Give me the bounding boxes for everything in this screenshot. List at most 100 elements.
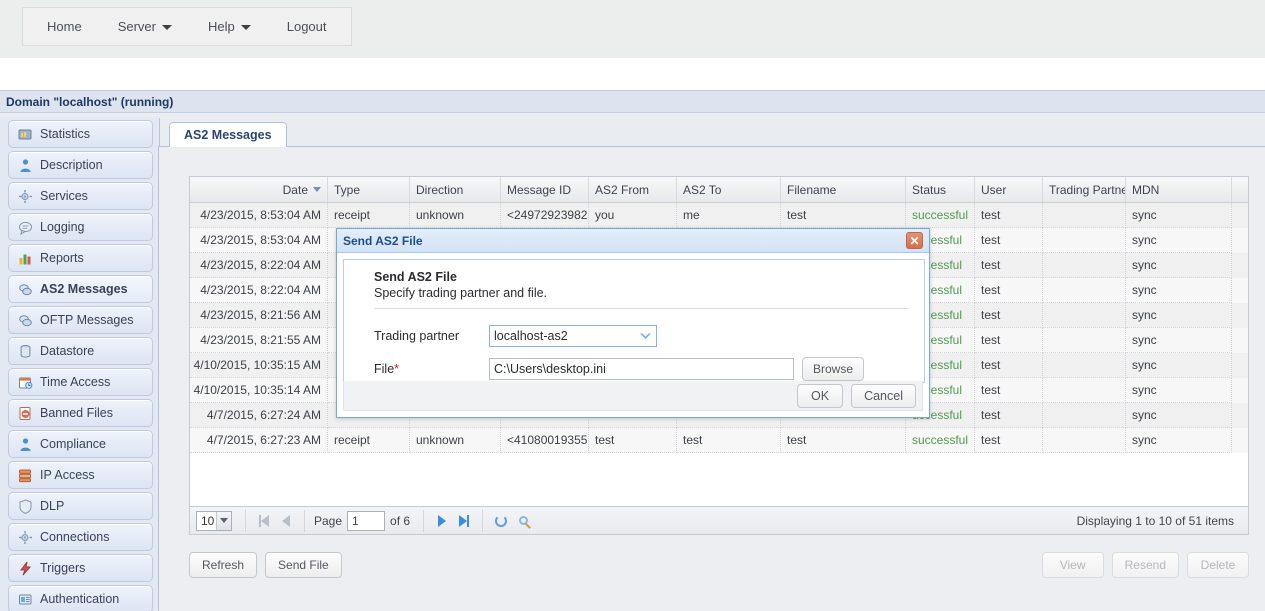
sidebar-item-datastore[interactable]: Datastore [8,337,153,365]
file-input[interactable]: C:\Users\desktop.ini [489,358,794,380]
cell-user: test [975,428,1043,453]
prev-page-button[interactable] [275,510,297,532]
refresh-icon[interactable] [490,510,512,532]
last-page-button[interactable] [453,510,475,532]
cell-date: 4/10/2015, 10:35:14 AM [190,378,328,403]
sidebar-item-oftp-messages[interactable]: OFTP Messages [8,306,153,334]
cell-date: 4/23/2015, 8:21:55 AM [190,328,328,353]
column-header-date[interactable]: Date [190,177,328,202]
sidebar-item-label: Time Access [40,375,111,389]
trading-partner-select[interactable]: localhost-as2 [489,325,657,347]
cell-user: test [975,328,1043,353]
search-icon[interactable] [512,510,534,532]
send-file-button[interactable]: Send File [265,552,342,578]
column-header-as2-to[interactable]: AS2 To [677,177,781,202]
menu-item-label: Logout [286,19,327,34]
sidebar-item-statistics[interactable]: Statistics [8,120,153,148]
sidebar-item-as2-messages[interactable]: AS2 Messages [8,275,153,303]
cell-mdn: sync [1126,253,1232,278]
sidebar-item-label: OFTP Messages [40,313,134,327]
cell-trading_partner [1043,353,1126,378]
dialog-title-bar: Send AS2 File ✕ [337,229,929,253]
cell-as2_to: test [677,428,781,453]
dialog-title: Send AS2 File [343,233,423,248]
cell-trading_partner [1043,328,1126,353]
column-header-label: Date [282,182,308,197]
cell-trading_partner [1043,278,1126,303]
sidebar-item-dlp[interactable]: DLP [8,492,153,520]
application-window: Home Server Help Logout Domain "localhost" … [0,0,1265,611]
cell-as2_to: me [677,203,781,228]
cell-status: successful [906,428,975,453]
sidebar-item-time-access[interactable]: Time Access [8,368,153,396]
tab-as2-messages[interactable]: AS2 Messages [169,122,287,148]
menu-item-label: Help [207,19,235,34]
sidebar-item-banned-files[interactable]: Banned Files [8,399,153,427]
cell-mdn: sync [1126,403,1232,428]
column-header-filename[interactable]: Filename [781,177,906,202]
sidebar-item-reports[interactable]: Reports [8,244,153,272]
next-page-button[interactable] [431,510,453,532]
sidebar-item-services[interactable]: Services [8,182,153,210]
sidebar-item-description[interactable]: Description [8,151,153,179]
sidebar-item-label: Description [40,158,103,172]
cell-as2_from: you [589,203,677,228]
column-header-mdn[interactable]: MDN [1126,177,1232,202]
menu-item-home[interactable]: Home [29,8,100,45]
sidebar-item-compliance[interactable]: Compliance [8,430,153,458]
menu-item-server[interactable]: Server [100,8,190,45]
column-header-user[interactable]: User [975,177,1043,202]
column-header-label: AS2 To [683,182,722,197]
column-header-label: Message ID [507,182,572,197]
first-page-button[interactable] [253,510,275,532]
action-button-row: Refresh Send File View Resend Delete [189,552,1249,584]
column-header-label: Trading Partne [1049,182,1126,197]
divider [245,509,246,532]
page-size-select[interactable]: 10 [196,510,232,531]
sidebar-item-authentication[interactable]: Authentication [8,585,153,611]
chevron-down-icon [634,326,656,346]
column-header-direction[interactable]: Direction [410,177,501,202]
sidebar-item-connections[interactable]: Connections [8,523,153,551]
refresh-button[interactable]: Refresh [189,552,258,578]
network-icon [18,468,33,483]
sidebar-item-logging[interactable]: Logging [8,213,153,241]
cell-mdn: sync [1126,328,1232,353]
menu-item-logout[interactable]: Logout [269,8,345,45]
cell-date: 4/23/2015, 8:22:04 AM [190,253,328,278]
cell-user: test [975,303,1043,328]
table-row[interactable]: 4/7/2015, 6:27:23 AM receipt unknown <41080… [190,428,1248,453]
tab-strip: AS2 Messages [158,118,1265,148]
column-header-status[interactable]: Status [906,177,975,202]
column-header-label: MDN [1132,182,1160,197]
menu-item-help[interactable]: Help [190,8,269,45]
divider [482,509,484,532]
pagination-info: Displaying 1 to 10 of 51 items [1076,513,1234,528]
dialog-cancel-button[interactable]: Cancel [851,383,916,408]
messages-icon [18,282,33,297]
sidebar-nav: Statistics Description Services Logging Repo… [0,118,160,611]
browse-button[interactable]: Browse [802,357,865,381]
table-row[interactable]: 4/23/2015, 8:53:04 AM receipt unknown <2497… [190,203,1248,228]
close-icon[interactable]: ✕ [906,232,923,249]
column-header-trading-partne[interactable]: Trading Partne [1043,177,1126,202]
dialog-ok-button[interactable]: OK [797,383,844,408]
gears-icon [18,189,33,204]
sidebar-item-ip-access[interactable]: IP Access [8,461,153,489]
cell-status: successful [906,203,975,228]
page-size-value: 10 [201,513,215,528]
column-header-as2-from[interactable]: AS2 From [589,177,677,202]
cell-trading_partner [1043,253,1126,278]
table-header-row: Date Type Direction Message ID AS2 From AS2 T… [190,177,1248,203]
column-header-type[interactable]: Type [328,177,410,202]
cell-message_id: <24972923982¢ [501,203,589,228]
row-actions: View Resend Delete [1041,552,1249,578]
cell-user: test [975,353,1043,378]
page-number-input[interactable]: 1 [347,510,386,531]
required-marker: * [394,362,400,376]
cell-filename: test [781,428,906,453]
sidebar-item-triggers[interactable]: Triggers [8,554,153,582]
column-header-message-id[interactable]: Message ID [501,177,589,202]
dialog-footer: OK Cancel [343,381,923,411]
bar-chart-icon [18,251,33,266]
